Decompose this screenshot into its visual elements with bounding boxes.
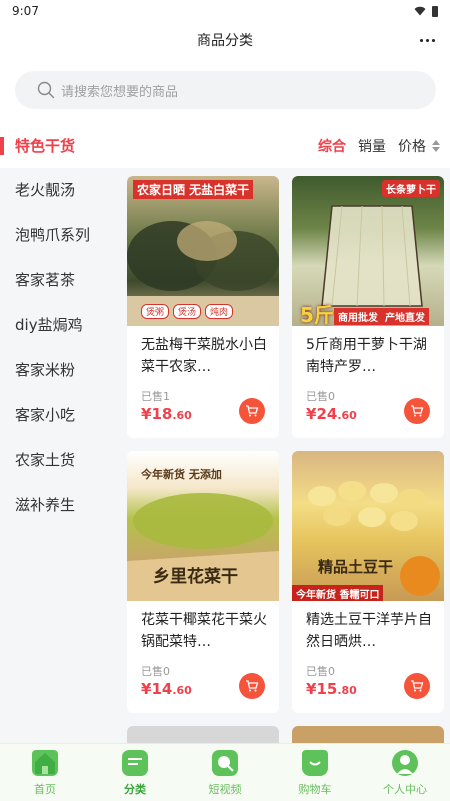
sidebar-item[interactable]: diy盐焗鸡 [0, 303, 120, 348]
tab-label: 个人中心 [383, 783, 427, 796]
home-icon [32, 750, 58, 776]
cart-icon [246, 405, 259, 417]
add-to-cart-button[interactable] [404, 398, 430, 424]
battery-icon [432, 5, 438, 17]
product-name: 无盐梅干菜脱水小白菜干农家… [141, 337, 267, 375]
product-image-tag: 炖肉 [205, 304, 234, 319]
category-icon [122, 750, 148, 776]
page-title: 商品分类 [197, 33, 253, 49]
category-header: 特色干货 综合 销量 价格 [0, 128, 450, 164]
product-name: 精选土豆干洋芋片自然日晒烘… [306, 612, 432, 650]
search-icon [37, 81, 55, 99]
tab-profile[interactable]: 个人中心 [360, 744, 450, 801]
sort-bar: 综合 销量 价格 [318, 136, 440, 156]
product-name: 5斤商用干萝卜干湖南特产罗… [306, 337, 427, 375]
tab-video[interactable]: 短视频 [180, 744, 270, 801]
product-image-banner: 农家日晒 无盐白菜干 [133, 180, 254, 199]
product-image: 精品土豆干 今年新货 香糯可口 [292, 451, 444, 601]
product-card[interactable]: 长条萝卜干 5斤 商用批发 产地直发 5斤商用干萝卜干湖南特产罗… 已售0 ¥2… [292, 176, 444, 438]
cart-icon [302, 750, 328, 776]
product-price: ¥18.60 [141, 405, 192, 423]
product-image-tag: 煲汤 [173, 304, 202, 319]
sort-price-label: 价格 [398, 139, 426, 155]
title-bar: 商品分类 [0, 22, 450, 58]
product-card[interactable] [292, 726, 444, 743]
sort-sales[interactable]: 销量 [358, 136, 386, 156]
wifi-icon [414, 6, 426, 16]
search-placeholder: 请搜索您想要的商品 [61, 84, 179, 100]
search-input[interactable]: 请搜索您想要的商品 [15, 71, 436, 109]
cart-icon [411, 405, 424, 417]
sort-price[interactable]: 价格 [398, 136, 440, 156]
product-card[interactable]: 精品土豆干 今年新货 香糯可口 精选土豆干洋芋片自然日晒烘… 已售0 ¥15.8… [292, 451, 444, 713]
tab-label: 购物车 [298, 783, 332, 796]
sidebar-item[interactable]: 泡鸭爪系列 [0, 213, 120, 258]
sidebar-item[interactable]: 客家茗茶 [0, 258, 120, 303]
product-card[interactable]: 农家日晒 无盐白菜干 煲粥 煲汤 炖肉 无盐梅干菜脱水小白菜干农家… 已售1 ¥… [127, 176, 279, 438]
category-indicator [0, 137, 4, 155]
product-image-banner: 精品土豆干 [318, 558, 394, 576]
tab-label: 分类 [124, 783, 146, 796]
product-card[interactable] [127, 726, 279, 743]
status-time: 9:07 [12, 4, 39, 18]
product-image-tag: 煲粥 [141, 304, 170, 319]
video-icon [212, 750, 238, 776]
product-image: 农家日晒 无盐白菜干 煲粥 煲汤 炖肉 [127, 176, 279, 326]
tab-category[interactable]: 分类 [90, 744, 180, 801]
tab-label: 短视频 [208, 783, 242, 796]
more-dots-icon[interactable] [414, 28, 440, 52]
tab-cart[interactable]: 购物车 [270, 744, 360, 801]
profile-icon [392, 750, 418, 776]
add-to-cart-button[interactable] [404, 673, 430, 699]
sort-arrows-icon [432, 140, 440, 152]
status-bar: 9:07 [0, 0, 450, 22]
product-price: ¥24.60 [306, 405, 357, 423]
product-image-footer: 商用批发 产地直发 [334, 308, 429, 325]
cart-icon [246, 680, 259, 692]
bottom-tab-bar: 首页 分类 短视频 购物车 个人中心 [0, 743, 450, 801]
sidebar-item[interactable]: 客家小吃 [0, 393, 120, 438]
product-image-footer: 乡里花菜干 [153, 567, 238, 587]
cart-icon [411, 680, 424, 692]
product-grid: 农家日晒 无盐白菜干 煲粥 煲汤 炖肉 无盐梅干菜脱水小白菜干农家… 已售1 ¥… [120, 168, 450, 743]
product-image-footer: 今年新货 香糯可口 [292, 585, 384, 601]
category-sidebar: 老火靓汤 泡鸭爪系列 客家茗茶 diy盐焗鸡 客家米粉 客家小吃 农家土货 滋补… [0, 168, 120, 743]
sidebar-item[interactable]: 滋补养生 [0, 483, 120, 528]
product-image-badge: 5斤 [300, 303, 334, 326]
product-card[interactable]: 今年新货 无添加 乡里花菜干 花菜干椰菜花干菜火锅配菜特… 已售0 ¥14.60 [127, 451, 279, 713]
category-title: 特色干货 [15, 137, 76, 155]
sort-composite[interactable]: 综合 [318, 136, 346, 156]
sidebar-item[interactable]: 老火靓汤 [0, 168, 120, 213]
tab-label: 首页 [34, 783, 56, 796]
product-image-banner: 今年新货 无添加 [141, 468, 222, 481]
product-name: 花菜干椰菜花干菜火锅配菜特… [141, 612, 267, 650]
product-image: 长条萝卜干 5斤 商用批发 产地直发 [292, 176, 444, 326]
tab-home[interactable]: 首页 [0, 744, 90, 801]
product-price: ¥15.80 [306, 680, 357, 698]
add-to-cart-button[interactable] [239, 398, 265, 424]
sidebar-item[interactable]: 客家米粉 [0, 348, 120, 393]
product-price: ¥14.60 [141, 680, 192, 698]
add-to-cart-button[interactable] [239, 673, 265, 699]
product-image-banner: 长条萝卜干 [382, 180, 440, 197]
sidebar-item[interactable]: 农家土货 [0, 438, 120, 483]
product-image: 今年新货 无添加 乡里花菜干 [127, 451, 279, 601]
